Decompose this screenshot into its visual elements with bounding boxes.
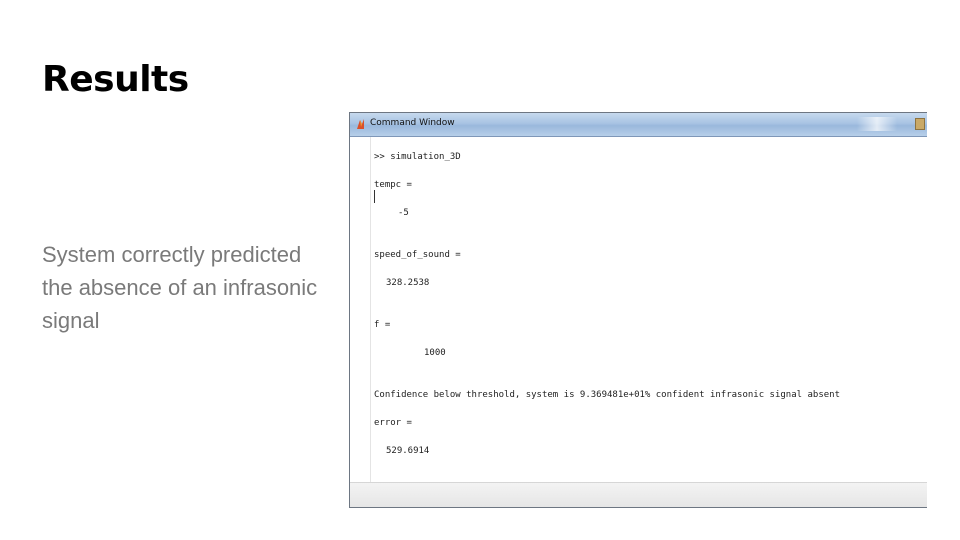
slide-body-text: System correctly predicted the absence o…: [42, 242, 318, 333]
command-window: Command Window >> simulation_3D tempc = …: [349, 112, 927, 508]
command-output-area[interactable]: >> simulation_3D tempc = -5 speed_of_sou…: [350, 137, 927, 507]
speed-of-sound-value: 328.2538: [386, 278, 430, 288]
command-line: >> simulation_3D: [374, 152, 461, 162]
status-bar: [350, 482, 927, 507]
command-window-title: Command Window: [370, 118, 455, 128]
tempc-label: tempc =: [374, 180, 412, 190]
error-value: 529.6914: [386, 446, 430, 456]
f-label: f =: [374, 320, 391, 330]
undock-icon[interactable]: [915, 118, 925, 130]
matlab-icon: [357, 119, 364, 129]
f-value: 1000: [424, 348, 446, 358]
error-label: error =: [374, 418, 412, 428]
speed-of-sound-label: speed_of_sound =: [374, 250, 461, 260]
slide-title: Results: [42, 59, 189, 100]
text-cursor-mark: [374, 190, 375, 203]
titlebar-glare: [857, 117, 897, 131]
command-gutter: [350, 137, 371, 483]
confidence-message: Confidence below threshold, system is 9.…: [374, 390, 840, 400]
tempc-value: -5: [398, 208, 409, 218]
command-window-titlebar[interactable]: Command Window: [350, 113, 927, 137]
